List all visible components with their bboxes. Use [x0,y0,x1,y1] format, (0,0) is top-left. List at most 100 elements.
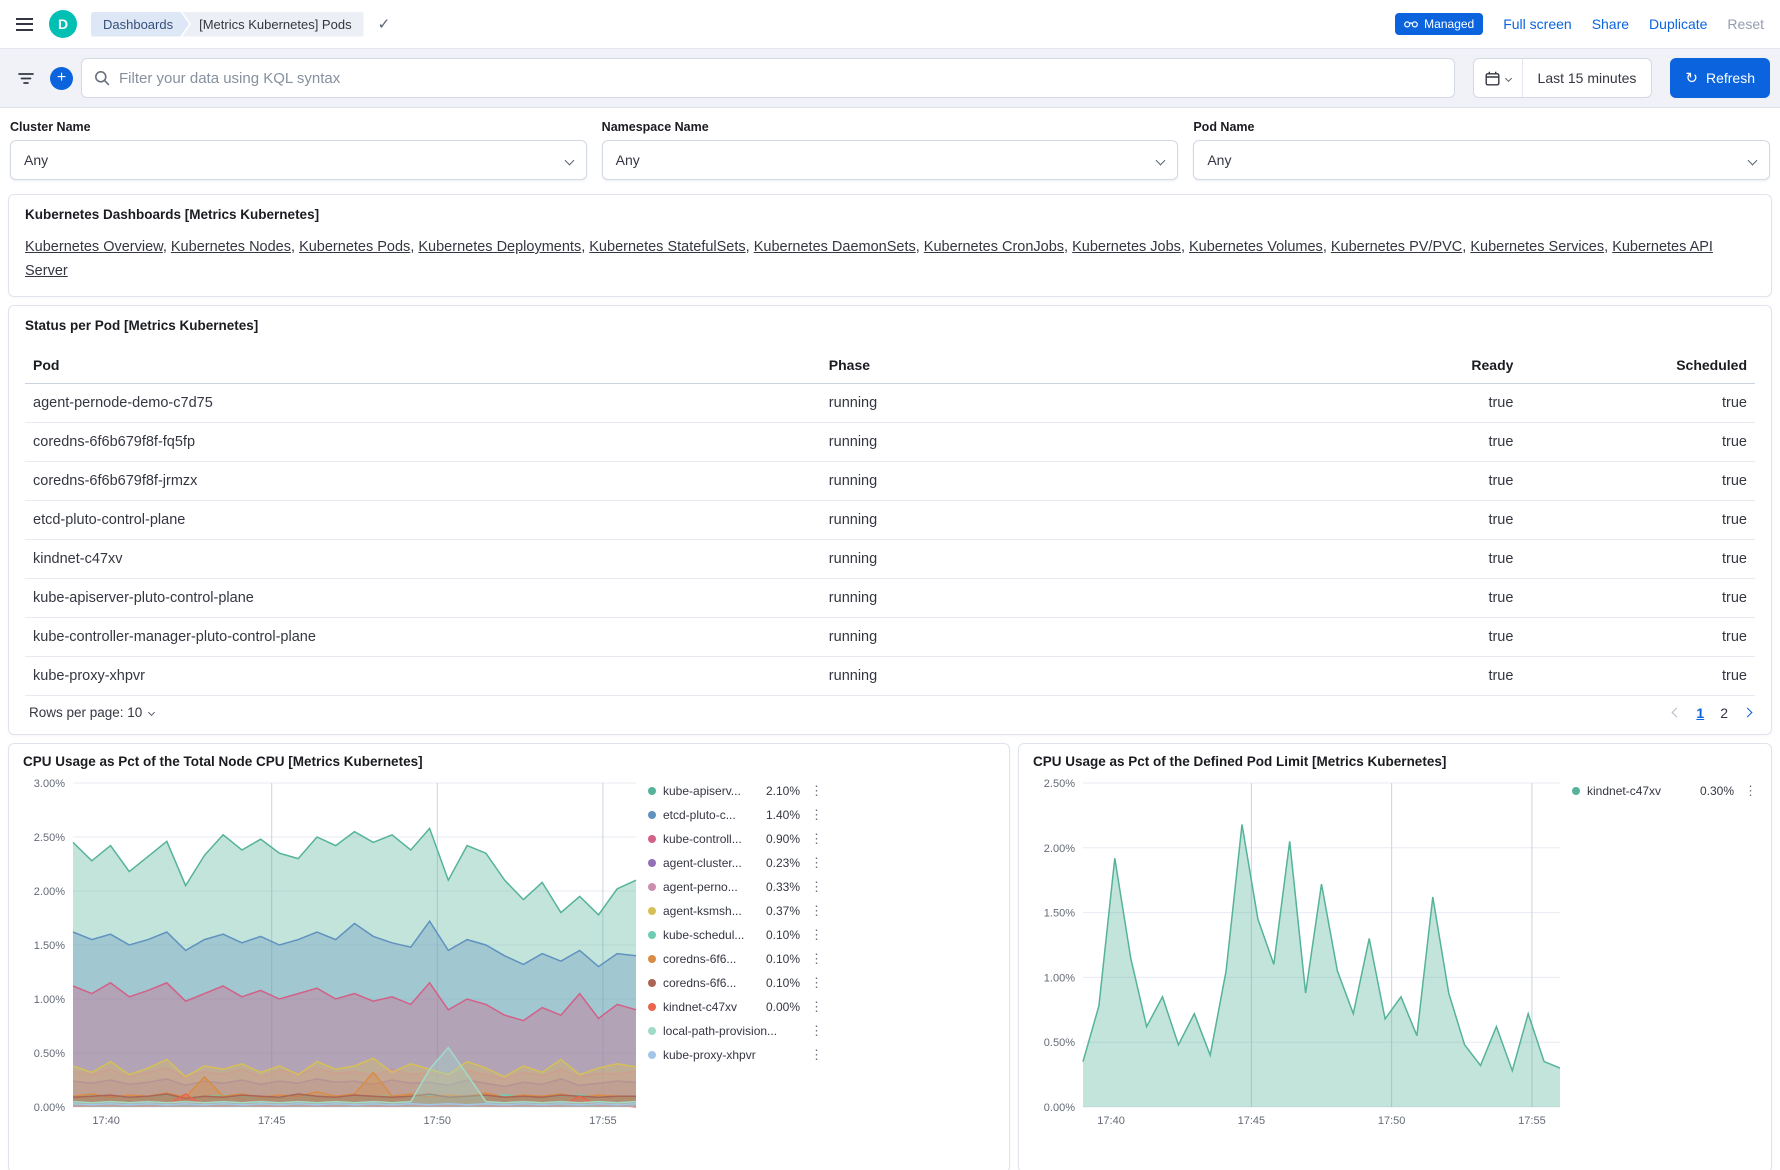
legend-label: kube-apiserv... [663,784,741,798]
legend-item[interactable]: local-path-provision... ⋮ [648,1019,823,1043]
legend-label: etcd-pluto-c... [663,808,736,822]
elastic-logo[interactable]: D [49,10,77,38]
column-header-pod[interactable]: Pod [25,347,821,384]
legend-item[interactable]: kindnet-c47xv0.30%⋮ [1572,779,1757,803]
breadcrumb-dashboards[interactable]: Dashboards [91,12,189,37]
control-pod-name: Pod Name Any [1193,120,1770,180]
column-header-phase[interactable]: Phase [821,347,1288,384]
cell-phase: running [821,578,1288,617]
legend-item[interactable]: agent-perno...0.33%⋮ [648,875,823,899]
svg-text:0.00%: 0.00% [1044,1102,1075,1114]
namespace-name-select[interactable]: Any [602,140,1179,180]
legend-menu-icon[interactable]: ⋮ [810,951,823,967]
dashboard-link[interactable]: Kubernetes Jobs [1072,239,1181,255]
legend-dot [648,859,656,867]
previous-page-button[interactable] [1673,709,1680,716]
legend-menu-icon[interactable]: ⋮ [1744,783,1757,799]
legend-menu-icon[interactable]: ⋮ [810,879,823,895]
legend-menu-icon[interactable]: ⋮ [810,831,823,847]
saved-check-icon[interactable]: ✓ [378,15,391,33]
column-header-ready[interactable]: Ready [1288,347,1522,384]
legend-dot [648,907,656,915]
legend-menu-icon[interactable]: ⋮ [810,975,823,991]
chevron-down-icon [564,155,574,165]
dashboard-link[interactable]: Kubernetes Pods [299,239,410,255]
dashboard-link[interactable]: Kubernetes Deployments [418,239,581,255]
refresh-icon: ↻ [1685,71,1698,86]
legend-menu-icon[interactable]: ⋮ [810,1023,823,1039]
full-screen-button[interactable]: Full screen [1503,16,1571,32]
duplicate-button[interactable]: Duplicate [1649,16,1707,32]
legend-value: 0.37% [758,904,800,918]
cell-phase: running [821,617,1288,656]
rows-per-page-button[interactable]: Rows per page: 10 [29,705,154,720]
search-icon [94,70,110,86]
cluster-name-select[interactable]: Any [10,140,587,180]
legend-item[interactable]: agent-ksmsh...0.37%⋮ [648,899,823,923]
table-row: kube-proxy-xhpvrrunningtruetrue [25,656,1755,695]
add-filter-button[interactable]: + [50,67,73,90]
chart-plot[interactable]: 0.00%0.50%1.00%1.50%2.00%2.50%3.00%17:40… [23,775,648,1137]
dashboard-link[interactable]: Kubernetes PV/PVC [1331,239,1462,255]
control-namespace-name: Namespace Name Any [602,120,1179,180]
legend-menu-icon[interactable]: ⋮ [810,903,823,919]
legend-menu-icon[interactable]: ⋮ [810,783,823,799]
legend-dot [648,1027,656,1035]
legend-item[interactable]: kube-proxy-xhpvr⋮ [648,1043,823,1067]
breadcrumb-current-dashboard[interactable]: [Metrics Kubernetes] Pods [182,12,363,37]
menu-icon[interactable] [16,18,33,31]
column-header-scheduled[interactable]: Scheduled [1521,347,1755,384]
dashboard-link[interactable]: Kubernetes Overview [25,239,163,255]
cell-phase: running [821,383,1288,422]
chart-plot[interactable]: 0.00%0.50%1.00%1.50%2.00%2.50%17:4017:45… [1033,775,1572,1137]
legend-label: local-path-provision... [663,1024,777,1038]
refresh-button[interactable]: ↻ Refresh [1670,58,1770,98]
legend-menu-icon[interactable]: ⋮ [810,999,823,1015]
cell-pod: kube-apiserver-pluto-control-plane [25,578,821,617]
dashboard-link[interactable]: Kubernetes Services [1470,239,1604,255]
legend-menu-icon[interactable]: ⋮ [810,1047,823,1063]
reset-button[interactable]: Reset [1727,16,1764,32]
dashboard-link[interactable]: Kubernetes Volumes [1189,239,1323,255]
legend-menu-icon[interactable]: ⋮ [810,855,823,871]
svg-text:17:55: 17:55 [589,1115,617,1127]
legend-item[interactable]: etcd-pluto-c...1.40%⋮ [648,803,823,827]
legend-item[interactable]: kube-apiserv...2.10%⋮ [648,779,823,803]
breadcrumb: Dashboards [Metrics Kubernetes] Pods [91,12,364,37]
time-range-button[interactable]: Last 15 minutes [1523,70,1652,86]
cell-ready: true [1288,383,1522,422]
legend-item[interactable]: kube-schedul...0.10%⋮ [648,923,823,947]
chevron-down-icon [1505,74,1512,81]
svg-text:1.00%: 1.00% [1044,972,1075,984]
svg-text:2.00%: 2.00% [1044,843,1075,855]
share-button[interactable]: Share [1592,16,1629,32]
legend-menu-icon[interactable]: ⋮ [810,807,823,823]
chart-canvas[interactable]: 0.00%0.50%1.00%1.50%2.00%2.50%17:4017:45… [1033,775,1572,1137]
legend-item[interactable]: kube-controll...0.90%⋮ [648,827,823,851]
chart-canvas[interactable]: 0.00%0.50%1.00%1.50%2.00%2.50%3.00%17:40… [23,775,648,1137]
chevron-down-icon [148,709,155,716]
dashboard-link[interactable]: Kubernetes DaemonSets [754,239,916,255]
managed-badge[interactable]: Managed [1395,13,1483,35]
dashboard-link[interactable]: Kubernetes CronJobs [924,239,1064,255]
pod-name-select[interactable]: Any [1193,140,1770,180]
legend-item[interactable]: coredns-6f6...0.10%⋮ [648,947,823,971]
legend-value: 0.30% [1692,784,1734,798]
quick-select-button[interactable] [1474,59,1523,97]
page-2-button[interactable]: 2 [1720,705,1728,721]
legend-menu-icon[interactable]: ⋮ [810,927,823,943]
chevron-right-icon [1743,708,1753,718]
dashboard-link[interactable]: Kubernetes Nodes [171,239,291,255]
charts-row: CPU Usage as Pct of the Total Node CPU [… [8,743,1772,1170]
next-page-button[interactable] [1744,709,1751,716]
filters-button[interactable] [10,61,42,95]
legend-label: kindnet-c47xv [663,1000,737,1014]
kql-search-input[interactable] [119,70,1442,87]
svg-text:17:45: 17:45 [258,1115,286,1127]
legend-item[interactable]: kindnet-c47xv0.00%⋮ [648,995,823,1019]
dashboard-link[interactable]: Kubernetes StatefulSets [589,239,745,255]
legend-dot [648,955,656,963]
legend-item[interactable]: agent-cluster...0.23%⋮ [648,851,823,875]
legend-item[interactable]: coredns-6f6...0.10%⋮ [648,971,823,995]
page-1-button[interactable]: 1 [1696,705,1704,721]
